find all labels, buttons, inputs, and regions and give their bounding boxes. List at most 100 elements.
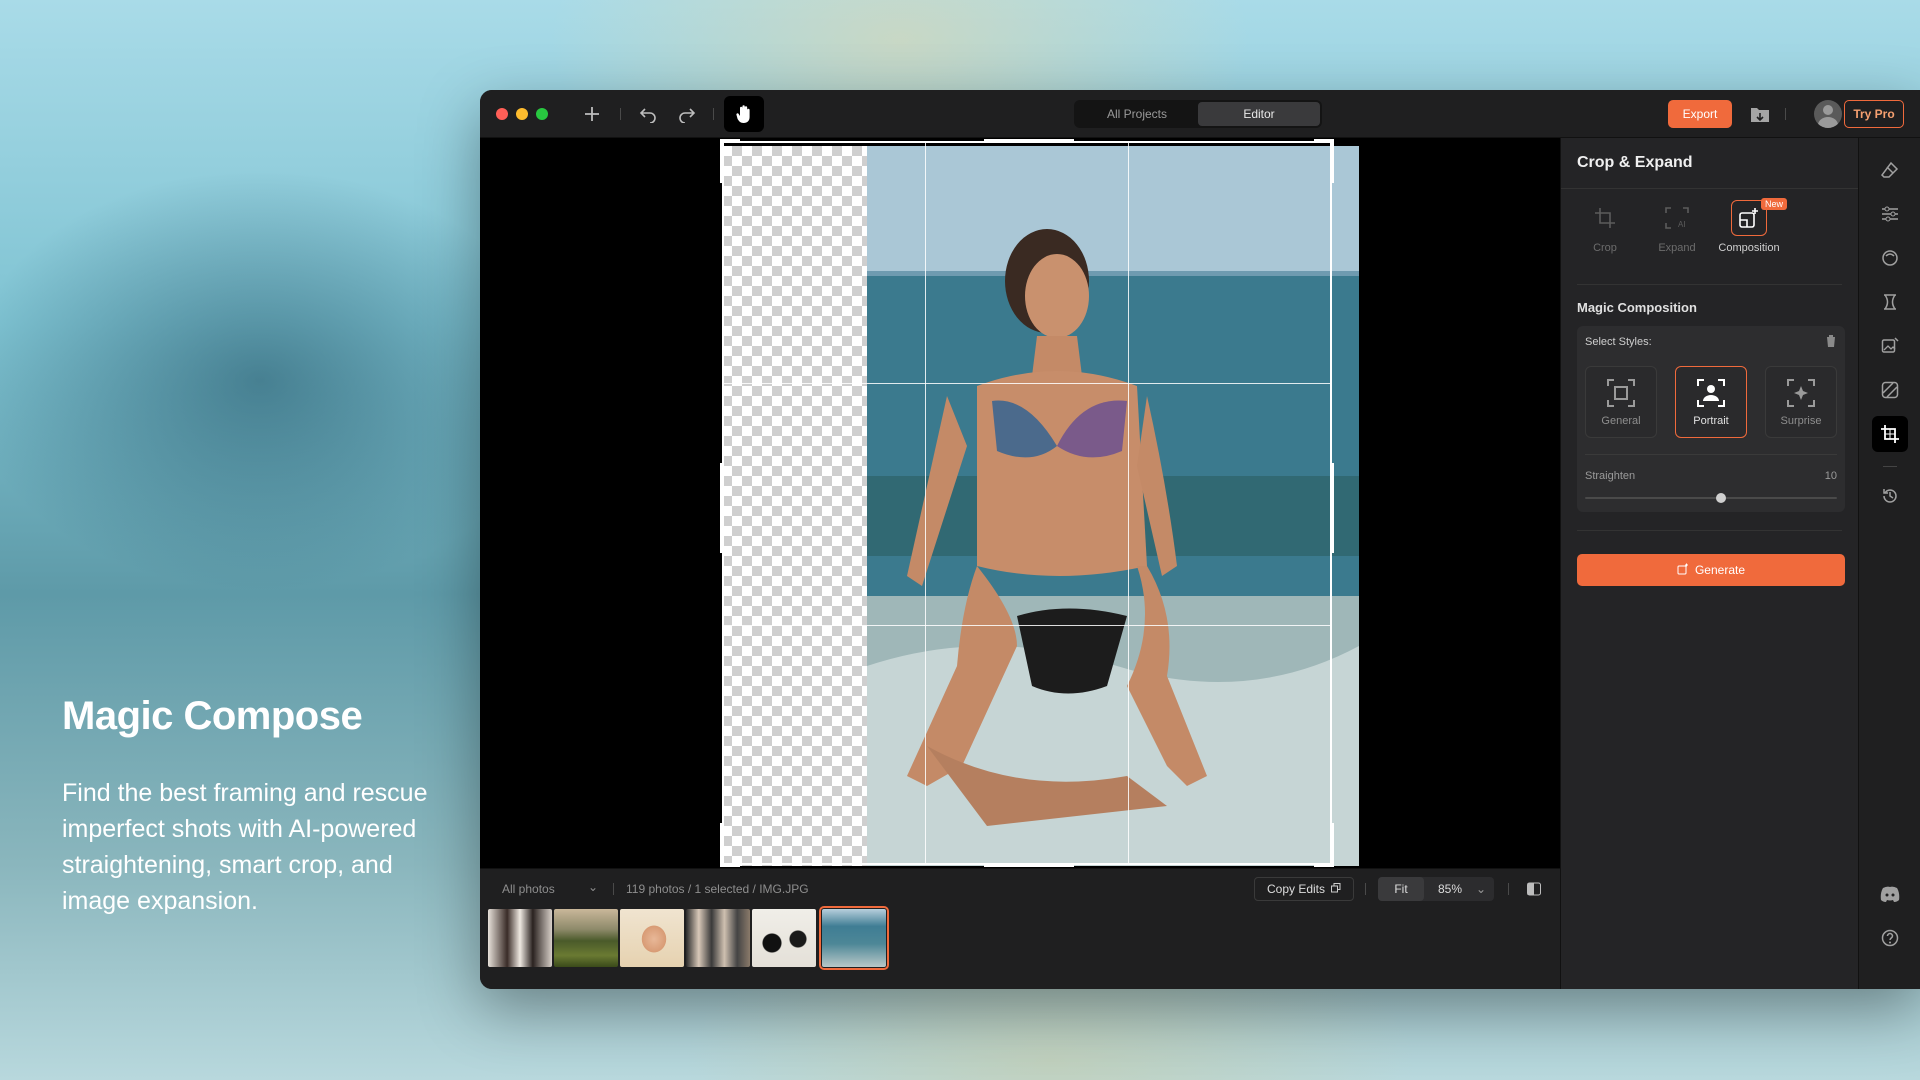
new-badge: New	[1761, 198, 1788, 210]
export-button[interactable]: Export	[1668, 100, 1732, 128]
promo-title: Magic Compose	[62, 694, 363, 738]
add-icon[interactable]	[578, 100, 606, 128]
maximize-window-button[interactable]	[536, 108, 548, 120]
tab-editor[interactable]: Editor	[1198, 102, 1320, 126]
style-general[interactable]: General	[1585, 366, 1657, 438]
straighten-label: Straighten	[1585, 470, 1636, 482]
crop-icon	[1587, 200, 1623, 236]
style-portrait[interactable]: Portrait	[1675, 366, 1747, 438]
svg-text:AI: AI	[1678, 220, 1686, 229]
filmstrip-thumbnail[interactable]	[686, 909, 750, 967]
texture-icon[interactable]	[1872, 372, 1908, 408]
expand-ai-icon: AI	[1659, 200, 1695, 236]
generate-button[interactable]: Generate	[1577, 554, 1845, 586]
crop-grid-line	[724, 625, 1330, 626]
divider	[1561, 188, 1858, 189]
mode-crop[interactable]: Crop	[1569, 200, 1641, 254]
history-icon[interactable]	[1872, 478, 1908, 514]
eraser-icon[interactable]	[1872, 152, 1908, 188]
toolbar-divider	[620, 108, 621, 120]
zoom-level-select[interactable]: 85%	[1438, 882, 1462, 896]
crop-tool-icon[interactable]	[1872, 416, 1908, 452]
face-retouch-icon[interactable]	[1872, 240, 1908, 276]
mode-label: Expand	[1658, 242, 1696, 254]
promo-description: Find the best framing and rescue imperfe…	[62, 779, 428, 915]
photo-filter-select[interactable]: All photos	[502, 882, 555, 896]
crop-corner-handle[interactable]	[1330, 139, 1334, 183]
mode-label: Composition	[1718, 242, 1780, 254]
style-label: General	[1601, 415, 1641, 427]
filmstrip-thumbnail-selected[interactable]	[819, 906, 889, 970]
divider	[1577, 530, 1842, 531]
discord-icon[interactable]	[1872, 876, 1908, 912]
filmstrip-thumbnail[interactable]	[554, 909, 618, 967]
trash-icon[interactable]	[1825, 334, 1837, 353]
crop-edge-handle[interactable]	[984, 863, 1074, 867]
hand-tool-icon[interactable]	[724, 96, 764, 132]
filmstrip-thumbnail[interactable]	[620, 909, 684, 967]
toolbar-divider	[1785, 108, 1786, 120]
tool-rail	[1858, 138, 1920, 989]
promo-block: Magic Compose Find the best framing and …	[62, 694, 462, 919]
general-frame-icon	[1603, 375, 1639, 411]
filmstrip-bar: All photos ⌄ 119 photos / 1 selected / I…	[480, 868, 1560, 989]
body-shape-icon[interactable]	[1872, 284, 1908, 320]
tab-all-projects[interactable]: All Projects	[1076, 102, 1198, 126]
toolbar-divider	[713, 108, 714, 120]
avatar[interactable]	[1814, 100, 1842, 128]
straighten-value: 10	[1824, 470, 1837, 482]
titlebar: All Projects Editor Export Try Pro	[480, 90, 1920, 138]
app-window: All Projects Editor Export Try Pro All p…	[480, 90, 1920, 989]
surprise-frame-icon	[1783, 375, 1819, 411]
straighten-slider[interactable]	[1585, 493, 1837, 503]
select-styles-label: Select Styles:	[1585, 336, 1652, 348]
style-surprise[interactable]: Surprise	[1765, 366, 1837, 438]
copy-edits-button[interactable]: Copy Edits	[1254, 877, 1354, 901]
import-folder-icon[interactable]	[1746, 100, 1774, 128]
zoom-control: Fit 85% ⌄	[1378, 877, 1494, 901]
style-label: Portrait	[1693, 415, 1729, 427]
editor-canvas[interactable]	[480, 138, 1560, 868]
portrait-frame-icon	[1693, 375, 1729, 411]
crop-corner-handle[interactable]	[1330, 823, 1334, 867]
rail-divider	[1883, 466, 1897, 467]
redo-icon[interactable]	[673, 100, 701, 128]
crop-corner-handle[interactable]	[720, 139, 724, 183]
style-label: Surprise	[1780, 415, 1822, 427]
crop-edge-handle[interactable]	[720, 463, 724, 553]
minimize-window-button[interactable]	[516, 108, 528, 120]
filmstrip-thumbnail[interactable]	[752, 909, 816, 967]
filmstrip-thumbnail[interactable]	[488, 909, 552, 967]
undo-icon[interactable]	[634, 100, 662, 128]
crop-edge-handle[interactable]	[1330, 463, 1334, 553]
generate-label: Generate	[1694, 563, 1746, 577]
styles-box: Select Styles: General Portrait Surprise…	[1577, 326, 1845, 512]
crop-corner-handle[interactable]	[720, 823, 724, 867]
zoom-fit-button[interactable]: Fit	[1378, 877, 1424, 901]
chevron-down-icon[interactable]: ⌄	[588, 880, 598, 894]
toolbar-divider	[613, 883, 614, 895]
toolbar-divider	[1508, 883, 1509, 895]
crop-edge-handle[interactable]	[984, 139, 1074, 143]
crop-expand-panel: Crop & Expand Crop AI Expand New Composi…	[1560, 138, 1858, 989]
photo-count-status: 119 photos / 1 selected / IMG.JPG	[626, 882, 809, 896]
mode-composition[interactable]: New Composition	[1713, 198, 1788, 254]
adjustments-icon[interactable]	[1872, 196, 1908, 232]
crop-grid-line	[1128, 143, 1129, 863]
crop-frame[interactable]	[720, 139, 1334, 867]
copy-icon	[1331, 882, 1341, 896]
help-icon[interactable]	[1872, 920, 1908, 956]
image-edit-icon[interactable]	[1872, 328, 1908, 364]
filmstrip	[488, 906, 889, 970]
view-switcher: All Projects Editor	[1074, 100, 1322, 128]
straighten-slider-knob[interactable]	[1716, 493, 1727, 503]
chevron-down-icon[interactable]: ⌄	[1476, 882, 1486, 896]
try-pro-button[interactable]: Try Pro	[1844, 100, 1904, 128]
compare-split-icon[interactable]	[1520, 875, 1548, 903]
copy-edits-label: Copy Edits	[1266, 882, 1326, 896]
toolbar-divider	[1365, 883, 1366, 895]
divider	[1577, 284, 1842, 285]
close-window-button[interactable]	[496, 108, 508, 120]
mode-expand[interactable]: AI Expand	[1641, 200, 1713, 254]
section-title: Magic Composition	[1577, 300, 1697, 315]
